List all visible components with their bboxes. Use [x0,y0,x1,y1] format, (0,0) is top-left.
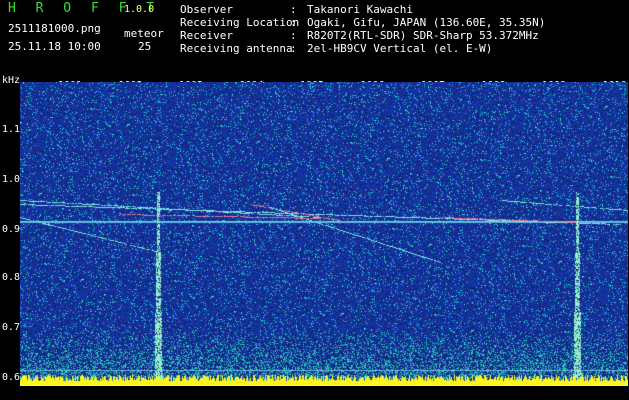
antenna-value: 2el-HB9CV Vertical (el. E-W) [307,42,493,55]
y-tick-label: 1.1 [2,124,21,135]
location-value: Ogaki, Gifu, JAPAN (136.60E, 35.35N) [307,16,546,29]
receiver-label: Receiver [180,29,233,42]
y-tick-label: 1.0 [2,174,21,185]
y-axis-unit: kHz [2,75,21,86]
y-tick-label: 0.6 [2,372,21,383]
version-label: 1.0.0 [124,4,155,15]
observer-value: Takanori Kawachi [307,3,413,16]
meteor-label: meteor [124,27,164,40]
spectrogram [20,82,628,386]
observer-label: Observer [180,3,233,16]
filename-label: 2511181000.png [8,22,101,35]
antenna-separator: : [290,42,297,55]
location-label: Receiving Location [180,16,300,29]
receiver-separator: : [290,29,297,42]
meteor-count: 25 [138,40,152,53]
antenna-label: Receiving antenna [180,42,293,55]
y-tick-label: 0.8 [2,272,21,283]
location-separator: : [290,16,297,29]
datetime-label: 25.11.18 10:00 [8,40,101,53]
observer-separator: : [290,3,297,16]
y-tick-label: 0.7 [2,322,21,333]
receiver-value: R820T2(RTL-SDR) SDR-Sharp 53.372MHz [307,29,539,42]
y-tick-label: 0.9 [2,224,21,235]
